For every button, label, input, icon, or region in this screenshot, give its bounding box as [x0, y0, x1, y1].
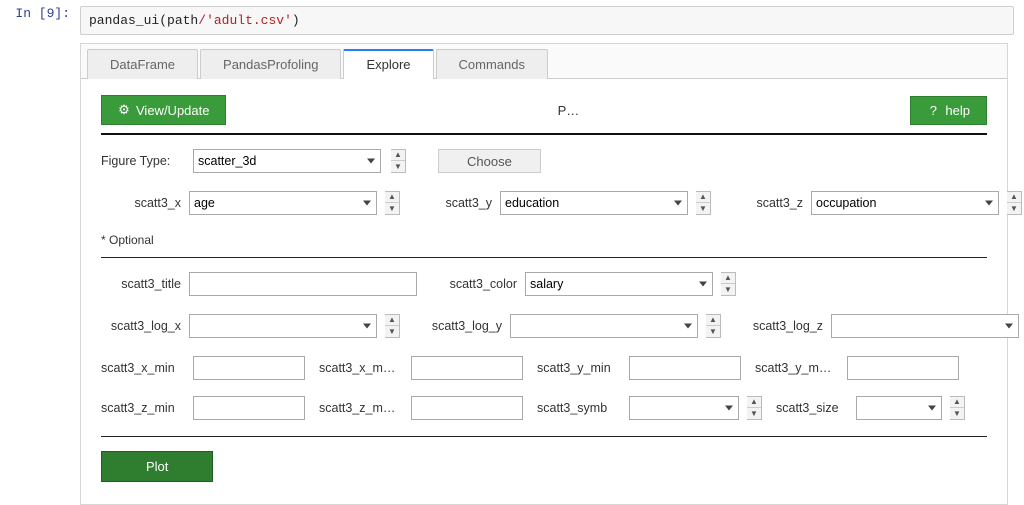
divider: [101, 133, 987, 135]
scatt3-logy-spinner[interactable]: ▲▼: [706, 314, 721, 338]
help-icon: ?: [927, 103, 939, 118]
scatt3-size-select[interactable]: [856, 396, 942, 420]
scatt3-z-label: scatt3_z: [731, 196, 803, 210]
tab-commands[interactable]: Commands: [436, 49, 548, 79]
scatt3-z-spinner[interactable]: ▲▼: [1007, 191, 1022, 215]
tab-pandasprofiling[interactable]: PandasProfoling: [200, 49, 341, 79]
figure-type-spinner[interactable]: ▲ ▼: [391, 149, 406, 173]
scatt3-x-label: scatt3_x: [101, 196, 181, 210]
scatt3-zmax-input[interactable]: [411, 396, 523, 420]
scatt3-ymax-input[interactable]: [847, 356, 959, 380]
help-button[interactable]: ? help: [910, 96, 987, 125]
scatt3-color-spinner[interactable]: ▲▼: [721, 272, 736, 296]
scatt3-ymax-label: scatt3_y_m…: [755, 361, 839, 375]
scatt3-logx-spinner[interactable]: ▲▼: [385, 314, 400, 338]
scatt3-size-spinner[interactable]: ▲▼: [950, 396, 965, 420]
scatt3-logz-label: scatt3_log_z: [741, 319, 823, 333]
scatt3-y-spinner[interactable]: ▲▼: [696, 191, 711, 215]
scatt3-symb-label: scatt3_symb: [537, 401, 621, 415]
gear-icon: ⚙: [118, 102, 130, 118]
tab-explore[interactable]: Explore: [343, 49, 433, 79]
scatt3-logy-label: scatt3_log_y: [420, 319, 502, 333]
choose-button[interactable]: Choose: [438, 149, 541, 173]
view-update-button[interactable]: ⚙ View/Update: [101, 95, 226, 125]
output-widget: DataFrame PandasProfoling Explore Comman…: [80, 43, 1008, 505]
help-label: help: [945, 103, 970, 118]
scatt3-ymin-label: scatt3_y_min: [537, 361, 621, 375]
scatt3-title-input[interactable]: [189, 272, 417, 296]
spin-up-icon[interactable]: ▲: [391, 150, 405, 161]
scatt3-zmin-label: scatt3_z_min: [101, 401, 185, 415]
divider: [101, 436, 987, 437]
plot-button[interactable]: Plot: [101, 451, 213, 482]
scatt3-xmax-input[interactable]: [411, 356, 523, 380]
spin-down-icon[interactable]: ▼: [391, 161, 405, 172]
optional-label: * Optional: [101, 233, 987, 247]
scatt3-ymin-input[interactable]: [629, 356, 741, 380]
scatt3-xmin-label: scatt3_x_min: [101, 361, 185, 375]
topbar-title: P…: [234, 103, 902, 118]
scatt3-title-label: scatt3_title: [101, 277, 181, 291]
tab-dataframe[interactable]: DataFrame: [87, 49, 198, 79]
scatt3-zmax-label: scatt3_z_m…: [319, 401, 403, 415]
cell-prompt: In [9]:: [10, 6, 80, 35]
scatt3-z-select[interactable]: [811, 191, 999, 215]
scatt3-xmax-label: scatt3_x_m…: [319, 361, 403, 375]
tab-bar: DataFrame PandasProfoling Explore Comman…: [81, 44, 1007, 79]
scatt3-logx-select[interactable]: [189, 314, 377, 338]
scatt3-x-spinner[interactable]: ▲▼: [385, 191, 400, 215]
figure-type-label: Figure Type:: [101, 154, 183, 168]
scatt3-logx-label: scatt3_log_x: [101, 319, 181, 333]
scatt3-symb-select[interactable]: [629, 396, 739, 420]
view-update-label: View/Update: [136, 103, 209, 118]
scatt3-logz-select[interactable]: [831, 314, 1019, 338]
scatt3-x-select[interactable]: [189, 191, 377, 215]
scatt3-color-label: scatt3_color: [437, 277, 517, 291]
scatt3-y-label: scatt3_y: [420, 196, 492, 210]
scatt3-size-label: scatt3_size: [776, 401, 848, 415]
divider: [101, 257, 987, 258]
scatt3-symb-spinner[interactable]: ▲▼: [747, 396, 762, 420]
scatt3-xmin-input[interactable]: [193, 356, 305, 380]
scatt3-y-select[interactable]: [500, 191, 688, 215]
scatt3-color-select[interactable]: [525, 272, 713, 296]
scatt3-zmin-input[interactable]: [193, 396, 305, 420]
scatt3-logy-select[interactable]: [510, 314, 698, 338]
figure-type-select[interactable]: [193, 149, 381, 173]
code-input[interactable]: pandas_ui(path/'adult.csv'): [80, 6, 1014, 35]
